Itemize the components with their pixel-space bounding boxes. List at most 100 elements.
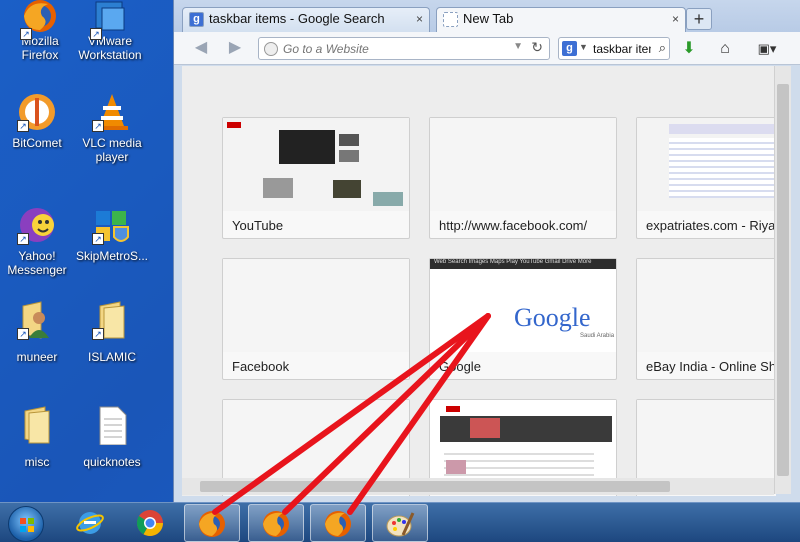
desktop-icon-label: VLC media player xyxy=(82,136,142,164)
firefox-icon: ↗ xyxy=(20,0,60,40)
desktop-icon-vmware[interactable]: ↗ VMware Workstation xyxy=(70,0,150,62)
search-icon[interactable]: ⌕ xyxy=(659,40,666,56)
desktop-icon-label: muneer xyxy=(16,350,58,364)
desktop-icon-muneer[interactable]: ↗ muneer xyxy=(0,300,77,364)
download-arrow-icon: ⬇ xyxy=(682,40,696,57)
downloads-button[interactable]: ⬇ xyxy=(678,38,700,60)
taskbar-firefox-window-2[interactable] xyxy=(248,504,304,542)
windows-logo-icon xyxy=(20,518,34,532)
desktop-icon-bitcomet[interactable]: ↗ BitComet xyxy=(0,92,77,150)
desktop-icon-label: quicknotes xyxy=(83,455,141,469)
tile-thumbnail xyxy=(637,259,776,352)
new-tab-page: YouTube http://www.facebook.com/ expatri… xyxy=(182,66,776,496)
tab-label: New Tab xyxy=(463,11,514,26)
bitcomet-icon: ↗ xyxy=(17,92,57,132)
url-bar[interactable]: ▼ ↻ xyxy=(258,37,550,60)
search-input[interactable] xyxy=(593,40,651,57)
tile-thumbnail: Web Search Images Maps Play YouTube Gmai… xyxy=(430,259,616,352)
search-engine-dropdown-icon[interactable]: ▼ xyxy=(579,42,588,52)
desktop-icon-quicknotes[interactable]: quicknotes xyxy=(72,405,152,469)
globe-icon xyxy=(264,42,278,56)
back-button[interactable]: ◀ xyxy=(190,38,212,58)
forward-button[interactable]: ▶ xyxy=(224,38,246,58)
firefox-icon xyxy=(325,511,351,537)
user-folder-icon: ↗ xyxy=(17,300,57,340)
tile-thumbnail xyxy=(223,118,409,211)
horizontal-scrollbar[interactable] xyxy=(182,478,774,495)
tile-label: eBay India - Online Shop xyxy=(646,359,776,374)
internet-explorer-icon xyxy=(76,512,104,534)
desktop-icon-skipmetro[interactable]: ↗ SkipMetroS... xyxy=(72,205,152,263)
tile-label: Facebook xyxy=(232,359,290,374)
tile-label: expatriates.com - Riyadh xyxy=(646,218,776,233)
firefox-icon xyxy=(263,511,289,537)
taskbar-firefox-window-1[interactable] xyxy=(184,504,240,542)
tile-youtube[interactable]: YouTube xyxy=(222,117,410,239)
text-file-icon xyxy=(92,405,132,446)
reload-icon[interactable]: ↻ xyxy=(531,39,543,56)
home-icon: ⌂ xyxy=(720,40,730,57)
back-arrow-icon: ◀ xyxy=(194,39,208,56)
tile-label: http://www.facebook.com/ xyxy=(439,218,588,233)
desktop-icon-vlc[interactable]: ↗ VLC media player xyxy=(72,92,152,164)
scrollbar-thumb[interactable] xyxy=(777,84,789,476)
blank-page-favicon xyxy=(443,12,458,27)
home-button[interactable]: ⌂ xyxy=(714,38,736,60)
start-button[interactable] xyxy=(8,506,44,542)
taskbar-chrome[interactable] xyxy=(122,504,178,542)
desktop-icon-label: SkipMetroS... xyxy=(75,249,149,263)
tab-label: taskbar items - Google Search xyxy=(209,11,385,26)
taskbar-firefox-window-3[interactable] xyxy=(310,504,366,542)
taskbar-internet-explorer[interactable] xyxy=(62,504,118,542)
close-tab-icon[interactable]: × xyxy=(416,8,423,30)
desktop-icon-label: misc xyxy=(24,455,50,469)
tile-facebook-url[interactable]: http://www.facebook.com/ xyxy=(429,117,617,239)
bookmarks-button[interactable]: ▣▾ xyxy=(750,38,784,60)
taskbar-paint[interactable] xyxy=(372,504,428,542)
google-nav-text: Web Search Images Maps Play YouTube Gmai… xyxy=(434,259,592,265)
tile-ebay[interactable]: eBay India - Online Shop xyxy=(636,258,776,380)
tile-thumbnail xyxy=(223,259,409,352)
skipmetro-icon: ↗ xyxy=(92,205,132,245)
firefox-icon xyxy=(199,511,225,537)
tile-facebook[interactable]: Facebook xyxy=(222,258,410,380)
google-search-engine-icon[interactable]: g xyxy=(562,41,577,56)
folder-icon: ↗ xyxy=(92,300,132,340)
new-tab-button[interactable]: + xyxy=(686,8,712,30)
close-tab-icon[interactable]: × xyxy=(672,8,679,30)
tile-thumbnail xyxy=(430,118,616,211)
paint-icon xyxy=(386,512,415,537)
navigation-toolbar: ◀ ▶ ▼ ↻ g ▼ ⌕ ⬇ ⌂ ▣▾ xyxy=(174,32,800,65)
google-favicon: g xyxy=(189,12,204,27)
vmware-icon: ↗ xyxy=(90,0,130,40)
tab-new-tab[interactable]: New Tab × xyxy=(436,7,686,33)
desktop-icon-islamic[interactable]: ↗ ISLAMIC xyxy=(72,300,152,364)
tab-google-search[interactable]: g taskbar items - Google Search × xyxy=(182,7,430,32)
desktop-icon-firefox[interactable]: ↗ Mozilla Firefox xyxy=(0,0,80,62)
bookmark-star-icon: ▣▾ xyxy=(757,41,777,56)
url-input[interactable] xyxy=(283,40,503,57)
tab-strip: g taskbar items - Google Search × New Ta… xyxy=(174,0,800,33)
forward-arrow-icon: ▶ xyxy=(228,39,242,56)
search-bar[interactable]: g ▼ ⌕ xyxy=(558,37,670,60)
desktop-icon-label: BitComet xyxy=(12,136,62,150)
chrome-icon xyxy=(136,510,164,537)
tile-thumbnail xyxy=(637,118,776,211)
folder-icon xyxy=(17,405,57,445)
desktop-icon-label: ISLAMIC xyxy=(87,350,136,364)
vlc-icon: ↗ xyxy=(92,92,132,132)
desktop-icon-misc[interactable]: misc xyxy=(0,405,77,469)
google-region: Saudi Arabia xyxy=(580,333,615,339)
taskbar xyxy=(0,502,800,542)
firefox-window: g taskbar items - Google Search × New Ta… xyxy=(173,0,800,502)
tile-google[interactable]: Web Search Images Maps Play YouTube Gmai… xyxy=(429,258,617,380)
url-dropdown-icon[interactable]: ▼ xyxy=(513,41,523,52)
scrollbar-thumb[interactable] xyxy=(200,481,670,492)
tile-label: Google xyxy=(439,359,481,374)
desktop-icon-yahoo-messenger[interactable]: ↗ Yahoo! Messenger xyxy=(0,205,77,277)
vertical-scrollbar[interactable] xyxy=(774,66,791,494)
tile-label: YouTube xyxy=(232,218,284,233)
google-logo: Google xyxy=(514,303,591,332)
yahoo-messenger-icon: ↗ xyxy=(17,205,57,245)
tile-expatriates[interactable]: expatriates.com - Riyadh xyxy=(636,117,776,239)
